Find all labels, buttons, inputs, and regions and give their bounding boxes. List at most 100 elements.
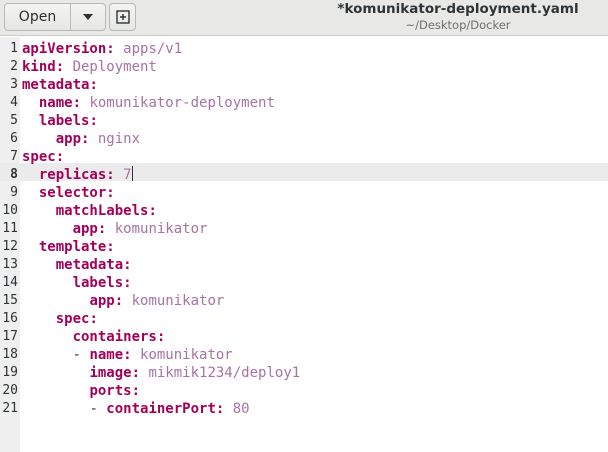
yaml-value: 80 [232,401,250,417]
code-line[interactable]: 2 kind: Deployment [0,58,608,76]
line-content: name: komunikator-deployment [22,94,275,112]
yaml-colon: : [156,329,166,345]
yaml-key: app [55,131,82,147]
yaml-colon: : [106,167,124,183]
line-content: kind: Deployment [22,58,157,76]
yaml-key: kind [22,59,56,75]
code-line[interactable]: 19 image: mikmik1234/deploy1 [0,364,608,382]
line-content: spec: [22,148,64,166]
line-number: 4 [10,95,18,110]
code-line[interactable]: 12 template: [0,238,608,256]
line-number: 21 [2,401,18,416]
yaml-colon: : [114,293,132,309]
code-line[interactable]: 9 selector: [0,184,608,202]
line-number: 6 [10,131,18,146]
code-line[interactable]: 21 - containerPort: 80 [0,400,608,418]
yaml-value: mikmik1234/deploy1 [148,365,301,381]
code-line[interactable]: 5 labels: [0,112,608,130]
code-line[interactable]: 16 spec: [0,310,608,328]
line-number: 9 [10,185,18,200]
code-line[interactable]: 1 apiVersion: apps/v1 [0,40,608,58]
line-content: app: nginx [22,130,140,148]
line-content: labels: [22,274,132,292]
line-content: containers: [22,328,166,346]
line-content: apiVersion: apps/v1 [22,40,182,58]
yaml-key: containerPort [106,401,216,417]
yaml-value: komunikator [140,347,233,363]
chevron-down-icon [83,14,93,20]
yaml-key: apiVersion [22,41,107,57]
yaml-key: app [72,221,98,237]
code-line[interactable]: 15 app: komunikator [0,292,608,310]
list-dash: - [89,401,107,417]
code-lines: 1 apiVersion: apps/v1 2 kind: Deployment 3 me… [0,40,608,418]
yaml-key: selector [38,185,107,201]
code-line[interactable]: 8 replicas: 7 [0,166,608,184]
yaml-value: komunikator [114,221,208,237]
header-bar: Open *komunikator-deployment.yaml ~/Desk… [0,0,608,36]
new-document-button[interactable] [109,3,136,31]
line-content: metadata: [22,76,98,94]
yaml-key: spec [22,149,56,165]
code-line[interactable]: 14 labels: [0,274,608,292]
line-number: 5 [10,113,18,128]
yaml-colon: : [123,275,132,291]
yaml-key: template [38,239,107,255]
line-content: app: komunikator [22,220,208,238]
yaml-value: apps/v1 [123,41,183,57]
code-line[interactable]: 20 ports: [0,382,608,400]
yaml-value: Deployment [72,59,157,75]
document-title: *komunikator-deployment.yaml [337,1,579,17]
open-button[interactable]: Open [5,4,71,30]
yaml-colon: : [81,131,98,147]
line-content: labels: [22,112,98,130]
yaml-colon: : [89,77,98,93]
yaml-colon: : [123,257,132,273]
code-line[interactable]: 3 metadata: [0,76,608,94]
code-line[interactable]: 17 containers: [0,328,608,346]
code-line[interactable]: 13 metadata: [0,256,608,274]
yaml-colon: : [72,95,90,111]
line-content: template: [22,238,115,256]
yaml-key: labels [72,275,124,291]
line-number: 8 [10,167,18,182]
yaml-colon: : [55,59,73,75]
line-number: 19 [2,365,18,380]
code-line[interactable]: 10 matchLabels: [0,202,608,220]
yaml-key: name [38,95,73,111]
line-content: selector: [22,184,115,202]
yaml-key: name [89,347,124,363]
window-title-block: *komunikator-deployment.yaml ~/Desktop/D… [316,1,600,32]
text-editor[interactable]: 1 apiVersion: apps/v1 2 kind: Deployment 3 me… [0,37,608,452]
line-content: replicas: 7 [22,166,133,184]
code-line[interactable]: 11 app: komunikator [0,220,608,238]
yaml-colon: : [97,221,115,237]
yaml-value: komunikator [131,293,225,309]
line-number: 2 [10,59,18,74]
line-number: 12 [2,239,18,254]
code-line[interactable]: 18 - name: komunikator [0,346,608,364]
yaml-colon: : [106,185,115,201]
line-number: 20 [2,383,18,398]
yaml-value: 7 [123,167,132,183]
yaml-value: nginx [97,131,141,147]
yaml-key: ports [89,383,132,399]
line-number: 10 [2,203,18,218]
open-menu-button[interactable] [71,4,105,30]
line-number: 11 [2,221,18,236]
list-dash: - [72,347,90,363]
code-line[interactable]: 7 spec: [0,148,608,166]
code-line[interactable]: 6 app: nginx [0,130,608,148]
code-line[interactable]: 4 name: komunikator-deployment [0,94,608,112]
